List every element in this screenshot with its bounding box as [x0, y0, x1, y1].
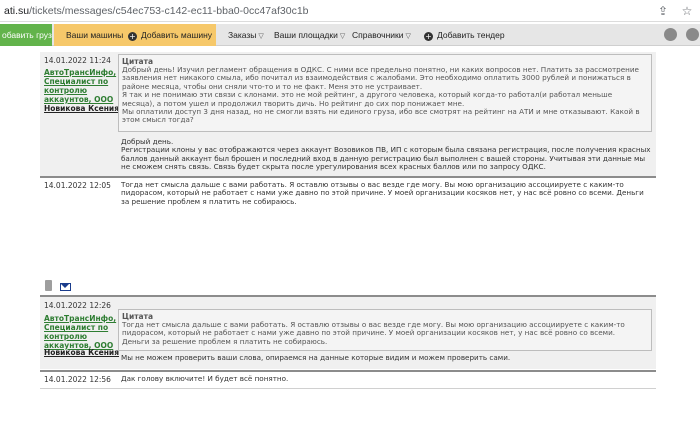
my-sites-menu[interactable]: Ваши площадки ▽ — [274, 24, 348, 46]
share-icon[interactable]: ⇪ — [656, 4, 670, 18]
author-company-link[interactable]: АвтоТрансИнфо, Специалист по контролю ак… — [44, 314, 116, 350]
url-path: /tickets/messages/c54ec753-c142-ec11-bba… — [29, 5, 309, 17]
message-divider — [40, 176, 656, 178]
quote-block: Цитата Тогда нет смысла дальше с вами ра… — [118, 309, 652, 351]
author-name-link[interactable]: Новикова Ксения — [44, 348, 119, 357]
quote-block: Цитата Добрый день! Изучил регламент обр… — [118, 54, 652, 132]
chevron-down-icon: ▽ — [339, 33, 346, 40]
message-text: Тогда нет смысла дальше с вами работать.… — [121, 180, 644, 206]
message-text: Добрый день. Регистрации клоны у вас ото… — [121, 137, 651, 172]
message-item: 14.01.2022 12:26 АвтоТрансИнфо, Специали… — [40, 297, 656, 369]
my-sites-label: Ваши площадки — [274, 30, 338, 40]
orders-label: Заказы — [228, 30, 257, 40]
add-tender-button[interactable]: + Добавить тендер — [424, 24, 505, 46]
add-truck-label: Добавить машину — [141, 30, 213, 40]
quote-text: Добрый день! Изучил регламент обращения … — [122, 65, 640, 125]
add-tender-label: Добавить тендер — [437, 30, 505, 40]
trucks-section: Ваши машины + Добавить машину — [54, 24, 216, 46]
url-field[interactable]: ati.su/tickets/messages/c54ec753-c142-ec… — [4, 5, 309, 17]
orders-menu[interactable]: Заказы ▽ — [228, 24, 266, 46]
message-date: 14.01.2022 12:05 — [44, 181, 111, 190]
author-name-link[interactable]: Новикова Ксения — [44, 104, 119, 113]
message-date: 14.01.2022 11:24 — [44, 56, 111, 65]
chevron-down-icon: ▽ — [258, 33, 264, 40]
message-item: 14.01.2022 12:56 Дак голову включите! И … — [40, 373, 656, 389]
message-text: Дак голову включите! И будет всё понятно… — [121, 374, 289, 383]
message-date: 14.01.2022 12:26 — [44, 301, 111, 310]
phone-icon[interactable] — [45, 280, 52, 291]
plus-icon: + — [424, 32, 433, 41]
message-date: 14.01.2022 12:56 — [44, 375, 111, 384]
message-divider — [40, 388, 656, 389]
browser-address-bar[interactable]: ati.su/tickets/messages/c54ec753-c142-ec… — [0, 0, 700, 22]
my-trucks-link[interactable]: Ваши машины — [66, 24, 123, 46]
references-label: Справочники — [352, 30, 404, 40]
site-navigation: обавить груз Ваши машины + Добавить машин… — [0, 24, 700, 46]
quote-text: Тогда нет смысла дальше с вами работать.… — [122, 320, 625, 346]
account-icon[interactable] — [686, 28, 699, 41]
message-text: Мы не можем проверить ваши слова, опирае… — [121, 353, 511, 362]
bookmark-star-icon[interactable]: ☆ — [680, 4, 694, 18]
author-company-link[interactable]: АвтоТрансИнфо, Специалист по контролю ак… — [44, 68, 116, 104]
message-item: 14.01.2022 12:05 Тогда нет смысла дальше… — [40, 179, 656, 223]
mail-icon[interactable] — [60, 283, 71, 291]
add-truck-button[interactable]: + Добавить машину — [128, 24, 212, 46]
chevron-down-icon: ▽ — [405, 33, 411, 40]
add-cargo-button[interactable]: обавить груз — [0, 24, 52, 46]
message-item: 14.01.2022 11:24 АвтоТрансИнфо, Специали… — [40, 52, 656, 176]
user-icon[interactable] — [664, 28, 677, 41]
plus-icon: + — [128, 32, 137, 41]
message-divider — [40, 370, 656, 372]
url-host: ati.su — [4, 5, 30, 17]
references-menu[interactable]: Справочники ▽ — [352, 24, 414, 46]
